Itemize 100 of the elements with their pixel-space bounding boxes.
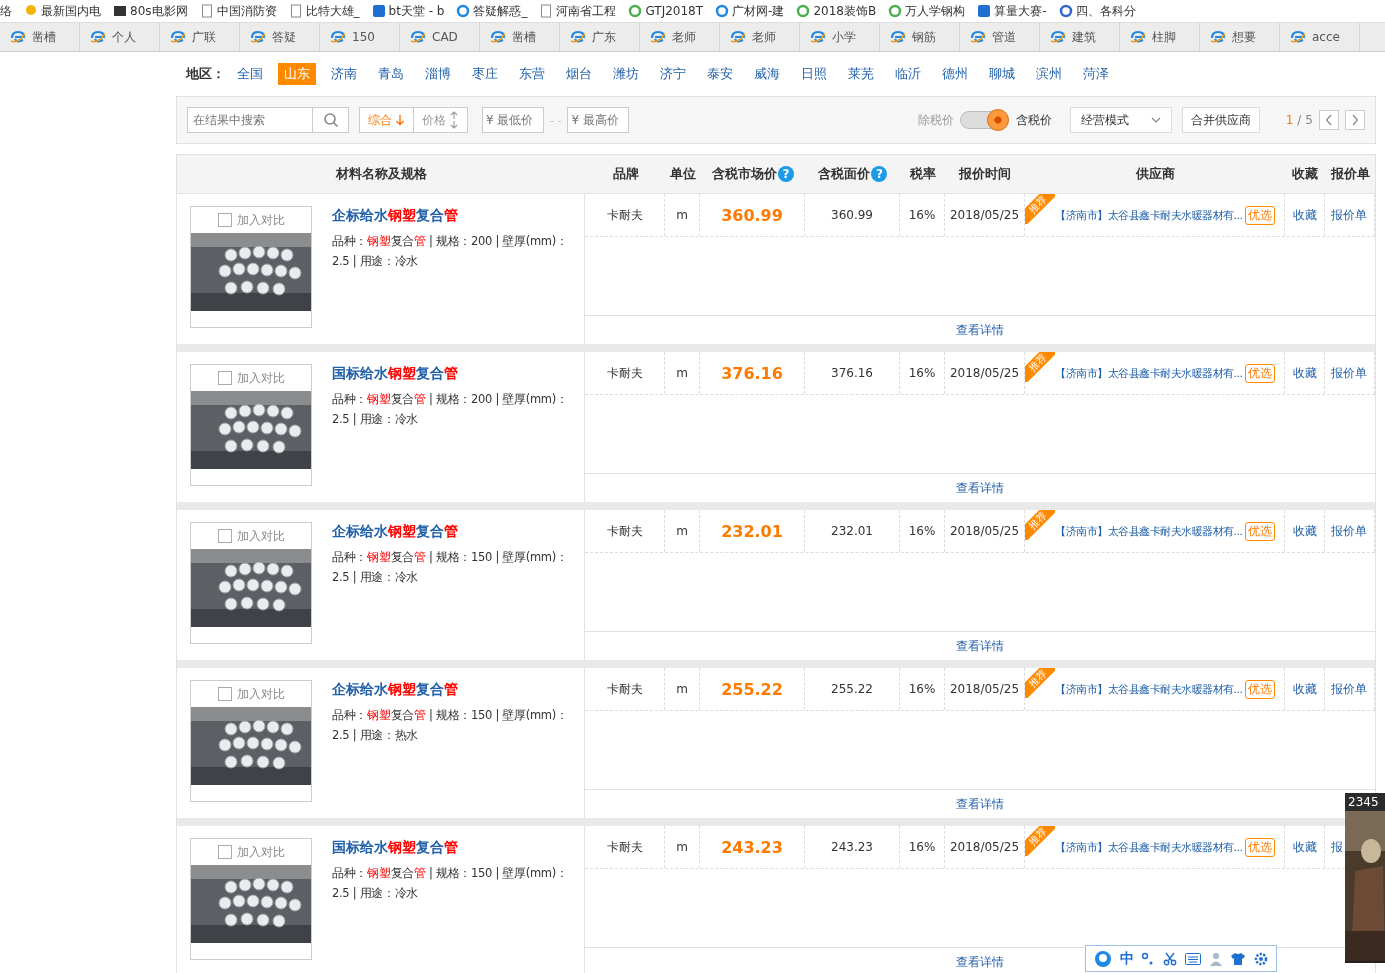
region-link[interactable]: 临沂 xyxy=(889,63,927,85)
min-price-field[interactable]: ¥ 最低价 xyxy=(482,107,544,133)
browser-logo-icon xyxy=(1290,30,1306,44)
shirt-icon[interactable] xyxy=(1230,951,1247,966)
bookmark[interactable]: 答疑解惑_ xyxy=(450,2,534,20)
merge-button[interactable]: 合并供应商 xyxy=(1181,107,1260,133)
region-link[interactable]: 淄博 xyxy=(419,63,457,85)
supplier-link[interactable]: 【济南市】太谷县鑫卡耐夫水暖器材有... xyxy=(1055,839,1243,855)
scissors-icon[interactable] xyxy=(1163,951,1178,966)
details-link[interactable]: 查看详情 xyxy=(956,953,1004,971)
browser-tab[interactable]: 150 xyxy=(320,23,400,51)
region-link[interactable]: 青岛 xyxy=(372,63,410,85)
browser-tab[interactable]: 管道 xyxy=(960,23,1040,51)
supplier-link[interactable]: 【济南市】太谷县鑫卡耐夫水暖器材有... xyxy=(1055,523,1243,539)
browser-tab[interactable]: 广联 xyxy=(160,23,240,51)
browser-tab[interactable]: 凿槽 xyxy=(480,23,560,51)
supplier-link[interactable]: 【济南市】太谷县鑫卡耐夫水暖器材有... xyxy=(1055,207,1243,223)
region-link[interactable]: 泰安 xyxy=(701,63,739,85)
ime-language-button[interactable]: 中 xyxy=(1119,949,1134,968)
bookmark[interactable]: 四、各科分 xyxy=(1052,2,1142,20)
supplier-link[interactable]: 【济南市】太谷县鑫卡耐夫水暖器材有... xyxy=(1055,365,1243,381)
product-title[interactable]: 企标给水钢塑复合管 xyxy=(332,681,582,699)
compare-checkbox[interactable] xyxy=(217,687,232,701)
mode-dropdown[interactable]: 经营模式 xyxy=(1069,107,1172,133)
region-link[interactable]: 东营 xyxy=(513,63,551,85)
compare-checkbox[interactable] xyxy=(217,529,232,543)
browser-tab[interactable]: 凿槽 xyxy=(0,23,80,51)
bookmark[interactable]: 2018装饰B xyxy=(790,2,883,20)
bookmark[interactable]: GTJ2018T xyxy=(622,4,710,18)
bookmark[interactable]: 广材网-建 xyxy=(709,2,791,20)
compare-checkbox[interactable] xyxy=(217,371,232,385)
region-link[interactable]: 济南 xyxy=(325,63,363,85)
details-link[interactable]: 查看详情 xyxy=(956,795,1004,813)
region-link[interactable]: 枣庄 xyxy=(466,63,504,85)
bookmark[interactable]: 中国消防资 xyxy=(193,2,283,20)
region-link[interactable]: 莱芜 xyxy=(842,63,880,85)
browser-tab[interactable]: 钢筋 xyxy=(880,23,960,51)
product-title[interactable]: 企标给水钢塑复合管 xyxy=(332,207,582,225)
bookmark[interactable]: 河南省工程 xyxy=(533,2,623,20)
region-link[interactable]: 烟台 xyxy=(560,63,598,85)
next-page-button[interactable] xyxy=(1345,110,1365,130)
browser-tab[interactable]: 老师 xyxy=(640,23,720,51)
tax-toggle[interactable] xyxy=(959,111,1008,129)
region-link[interactable]: 全国 xyxy=(231,63,269,85)
region-link[interactable]: 德州 xyxy=(936,63,974,85)
favorite-link[interactable]: 收藏 xyxy=(1292,364,1317,382)
table-cell: m xyxy=(665,194,700,236)
browser-tab[interactable]: 柱脚 xyxy=(1120,23,1200,51)
browser-tab[interactable]: CAD xyxy=(400,23,480,51)
favorite-link[interactable]: 收藏 xyxy=(1292,680,1317,698)
max-price-field[interactable]: ¥ 最高价 xyxy=(567,107,630,133)
search-button[interactable] xyxy=(313,107,349,133)
settings-icon[interactable] xyxy=(1254,951,1269,966)
quote-link[interactable]: 报价单 xyxy=(1331,206,1367,224)
region-link[interactable]: 滨州 xyxy=(1030,63,1068,85)
details-link[interactable]: 查看详情 xyxy=(956,479,1004,497)
browser-tab[interactable]: acce xyxy=(1280,23,1360,51)
product-title[interactable]: 国标给水钢塑复合管 xyxy=(332,839,582,857)
compare-checkbox[interactable] xyxy=(217,845,232,859)
browser-tab[interactable]: 广东 xyxy=(560,23,640,51)
user-icon[interactable] xyxy=(1208,951,1223,966)
quote-link[interactable]: 报价单 xyxy=(1331,364,1367,382)
quote-link[interactable]: 报价单 xyxy=(1331,680,1367,698)
browser-tab[interactable]: 个人 xyxy=(80,23,160,51)
region-link[interactable]: 潍坊 xyxy=(607,63,645,85)
supplier-link[interactable]: 【济南市】太谷县鑫卡耐夫水暖器材有... xyxy=(1055,681,1243,697)
browser-tab[interactable]: 答疑 xyxy=(240,23,320,51)
browser-tab[interactable]: 老师 xyxy=(720,23,800,51)
details-link[interactable]: 查看详情 xyxy=(956,637,1004,655)
bookmark[interactable]: bt天堂 - b xyxy=(365,2,451,20)
favorite-link[interactable]: 收藏 xyxy=(1292,206,1317,224)
region-link[interactable]: 菏泽 xyxy=(1077,63,1115,85)
details-link[interactable]: 查看详情 xyxy=(956,321,1004,339)
bookmark[interactable]: 80s电影网 xyxy=(107,2,194,20)
region-link[interactable]: 日照 xyxy=(795,63,833,85)
previous-page-button[interactable] xyxy=(1319,110,1339,130)
browser-tab[interactable]: 小学 xyxy=(800,23,880,51)
search-field[interactable]: 在结果中搜索 xyxy=(187,107,313,133)
region-link[interactable]: 聊城 xyxy=(983,63,1021,85)
toggle-label: 含税价 xyxy=(1015,111,1052,129)
keyboard-icon[interactable] xyxy=(1184,952,1201,965)
browser-tab[interactable]: 想要 xyxy=(1200,23,1280,51)
favorite-link[interactable]: 收藏 xyxy=(1292,522,1317,540)
quote-link[interactable]: 报价单 xyxy=(1331,522,1367,540)
quote-link[interactable]: 报 xyxy=(1331,838,1343,856)
ime-logo-icon[interactable] xyxy=(1093,949,1112,968)
browser-tab[interactable]: 建筑 xyxy=(1040,23,1120,51)
bookmark[interactable]: 络 xyxy=(0,2,18,20)
compare-checkbox[interactable] xyxy=(217,213,232,227)
region-link[interactable]: 威海 xyxy=(748,63,786,85)
product-title[interactable]: 国标给水钢塑复合管 xyxy=(332,365,582,383)
product-title[interactable]: 企标给水钢塑复合管 xyxy=(332,523,582,541)
bookmark[interactable]: 算量大赛- xyxy=(971,2,1053,20)
browser-logo-icon xyxy=(410,30,426,44)
region-link[interactable]: 济宁 xyxy=(654,63,692,85)
bookmark[interactable]: 万人学钢构 xyxy=(882,2,972,20)
browser-logo-icon xyxy=(1130,30,1146,44)
bookmark[interactable]: 最新国内电 xyxy=(18,2,107,20)
bookmark[interactable]: 比特大雄_ xyxy=(282,2,366,20)
favorite-link[interactable]: 收藏 xyxy=(1292,838,1317,856)
